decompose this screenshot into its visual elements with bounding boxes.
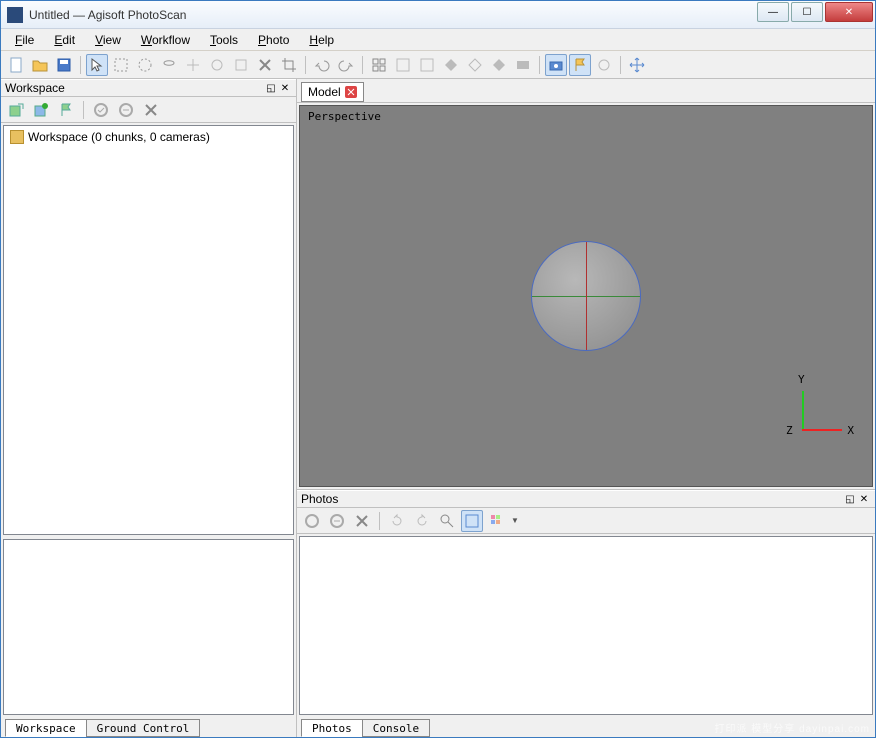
photos-list[interactable] — [299, 536, 873, 715]
axis-y-label: Y — [798, 373, 805, 386]
camera-icon[interactable] — [545, 54, 567, 76]
window-title: Untitled — Agisoft PhotoScan — [29, 8, 757, 22]
photos-undock-icon[interactable]: ◱ — [843, 494, 857, 505]
add-folder-icon[interactable] — [55, 99, 77, 121]
chevron-down-icon[interactable]: ▼ — [511, 516, 519, 525]
save-icon[interactable] — [53, 54, 75, 76]
new-icon[interactable] — [5, 54, 27, 76]
tool-icon-3[interactable] — [230, 54, 252, 76]
photos-panel-title: Photos — [301, 492, 338, 506]
photos-close-icon[interactable]: ✕ — [857, 494, 871, 505]
viewport-3d[interactable]: Perspective Y X Z — [299, 105, 873, 487]
view-icon-5[interactable] — [488, 54, 510, 76]
tab-model[interactable]: Model — [301, 82, 364, 102]
titlebar[interactable]: Untitled — Agisoft PhotoScan — ☐ ✕ — [1, 1, 875, 29]
app-icon — [7, 7, 23, 23]
axis-gizmo: Y X Z — [792, 381, 852, 441]
tab-workspace[interactable]: Workspace — [5, 719, 87, 737]
pointer-icon[interactable] — [86, 54, 108, 76]
undo-icon[interactable] — [311, 54, 333, 76]
ph-disable-icon[interactable] — [326, 510, 348, 532]
ph-rotate-right-icon[interactable] — [411, 510, 433, 532]
ph-find-icon[interactable] — [436, 510, 458, 532]
workspace-tree[interactable]: Workspace (0 chunks, 0 cameras) — [3, 125, 294, 535]
main-toolbar — [1, 51, 875, 79]
tree-root-item[interactable]: Workspace (0 chunks, 0 cameras) — [8, 128, 289, 146]
workspace-icon — [10, 130, 24, 144]
disable-icon[interactable] — [115, 99, 137, 121]
ph-rotate-left-icon[interactable] — [386, 510, 408, 532]
view-icon-4[interactable] — [464, 54, 486, 76]
menu-file[interactable]: File — [7, 31, 42, 49]
redo-icon[interactable] — [335, 54, 357, 76]
app-window: Untitled — Agisoft PhotoScan — ☐ ✕ File … — [0, 0, 876, 738]
view-icon-2[interactable] — [416, 54, 438, 76]
ph-delete-icon[interactable] — [351, 510, 373, 532]
maximize-button[interactable]: ☐ — [791, 2, 823, 22]
menu-view[interactable]: View — [87, 31, 129, 49]
add-chunk-icon[interactable] — [5, 99, 27, 121]
view-icon-3[interactable] — [440, 54, 462, 76]
tab-ground-control[interactable]: Ground Control — [86, 719, 201, 737]
workspace-panel-header: Workspace ◱ ✕ — [1, 79, 296, 97]
trackball-gizmo[interactable] — [531, 241, 641, 351]
menu-help[interactable]: Help — [301, 31, 342, 49]
panel-undock-icon[interactable]: ◱ — [264, 83, 278, 94]
photos-panel-header: Photos ◱ ✕ — [297, 490, 875, 508]
photos-panel: Photos ◱ ✕ ▼ — [297, 489, 875, 737]
tool-icon-1[interactable] — [182, 54, 204, 76]
crop-icon[interactable] — [278, 54, 300, 76]
move-icon[interactable] — [626, 54, 648, 76]
left-tabs: Workspace Ground Control — [1, 717, 296, 737]
menu-photo[interactable]: Photo — [250, 31, 297, 49]
model-tabbar: Model — [297, 79, 875, 103]
tab-photos[interactable]: Photos — [301, 719, 363, 737]
menubar: File Edit View Workflow Tools Photo Help — [1, 29, 875, 51]
watermark: 打印派 模型分享 dayinpai.com — [715, 720, 870, 735]
enable-icon[interactable] — [90, 99, 112, 121]
open-icon[interactable] — [29, 54, 51, 76]
add-photos-icon[interactable] — [30, 99, 52, 121]
ph-details-icon[interactable] — [461, 510, 483, 532]
ph-thumbs-icon[interactable] — [486, 510, 508, 532]
left-column: Workspace ◱ ✕ Workspace (0 chunks, 0 cam… — [1, 79, 297, 737]
axis-x-label: X — [847, 424, 854, 437]
workspace-toolbar — [1, 97, 296, 123]
tab-model-label: Model — [308, 85, 341, 99]
tab-console[interactable]: Console — [362, 719, 430, 737]
view-icon-7[interactable] — [593, 54, 615, 76]
ph-enable-icon[interactable] — [301, 510, 323, 532]
tab-close-icon[interactable] — [345, 86, 357, 98]
panel-close-icon[interactable]: ✕ — [278, 83, 292, 94]
menu-tools[interactable]: Tools — [202, 31, 246, 49]
photos-toolbar: ▼ — [297, 508, 875, 534]
menu-workflow[interactable]: Workflow — [133, 31, 198, 49]
workspace-panel-title: Workspace — [5, 81, 65, 95]
rect-select-icon[interactable] — [110, 54, 132, 76]
circle-select-icon[interactable] — [134, 54, 156, 76]
view-icon-6[interactable] — [512, 54, 534, 76]
viewport-label: Perspective — [308, 110, 381, 123]
properties-panel — [3, 539, 294, 715]
minimize-button[interactable]: — — [757, 2, 789, 22]
view-icon-1[interactable] — [392, 54, 414, 76]
flag-icon[interactable] — [569, 54, 591, 76]
delete-icon[interactable] — [254, 54, 276, 76]
close-button[interactable]: ✕ — [825, 2, 873, 22]
right-column: Model Perspective Y X Z Photos ◱ — [297, 79, 875, 737]
grid-icon[interactable] — [368, 54, 390, 76]
menu-edit[interactable]: Edit — [46, 31, 83, 49]
tree-root-label: Workspace (0 chunks, 0 cameras) — [28, 130, 210, 144]
lasso-select-icon[interactable] — [158, 54, 180, 76]
tool-icon-2[interactable] — [206, 54, 228, 76]
axis-z-label: Z — [786, 424, 793, 437]
ws-delete-icon[interactable] — [140, 99, 162, 121]
